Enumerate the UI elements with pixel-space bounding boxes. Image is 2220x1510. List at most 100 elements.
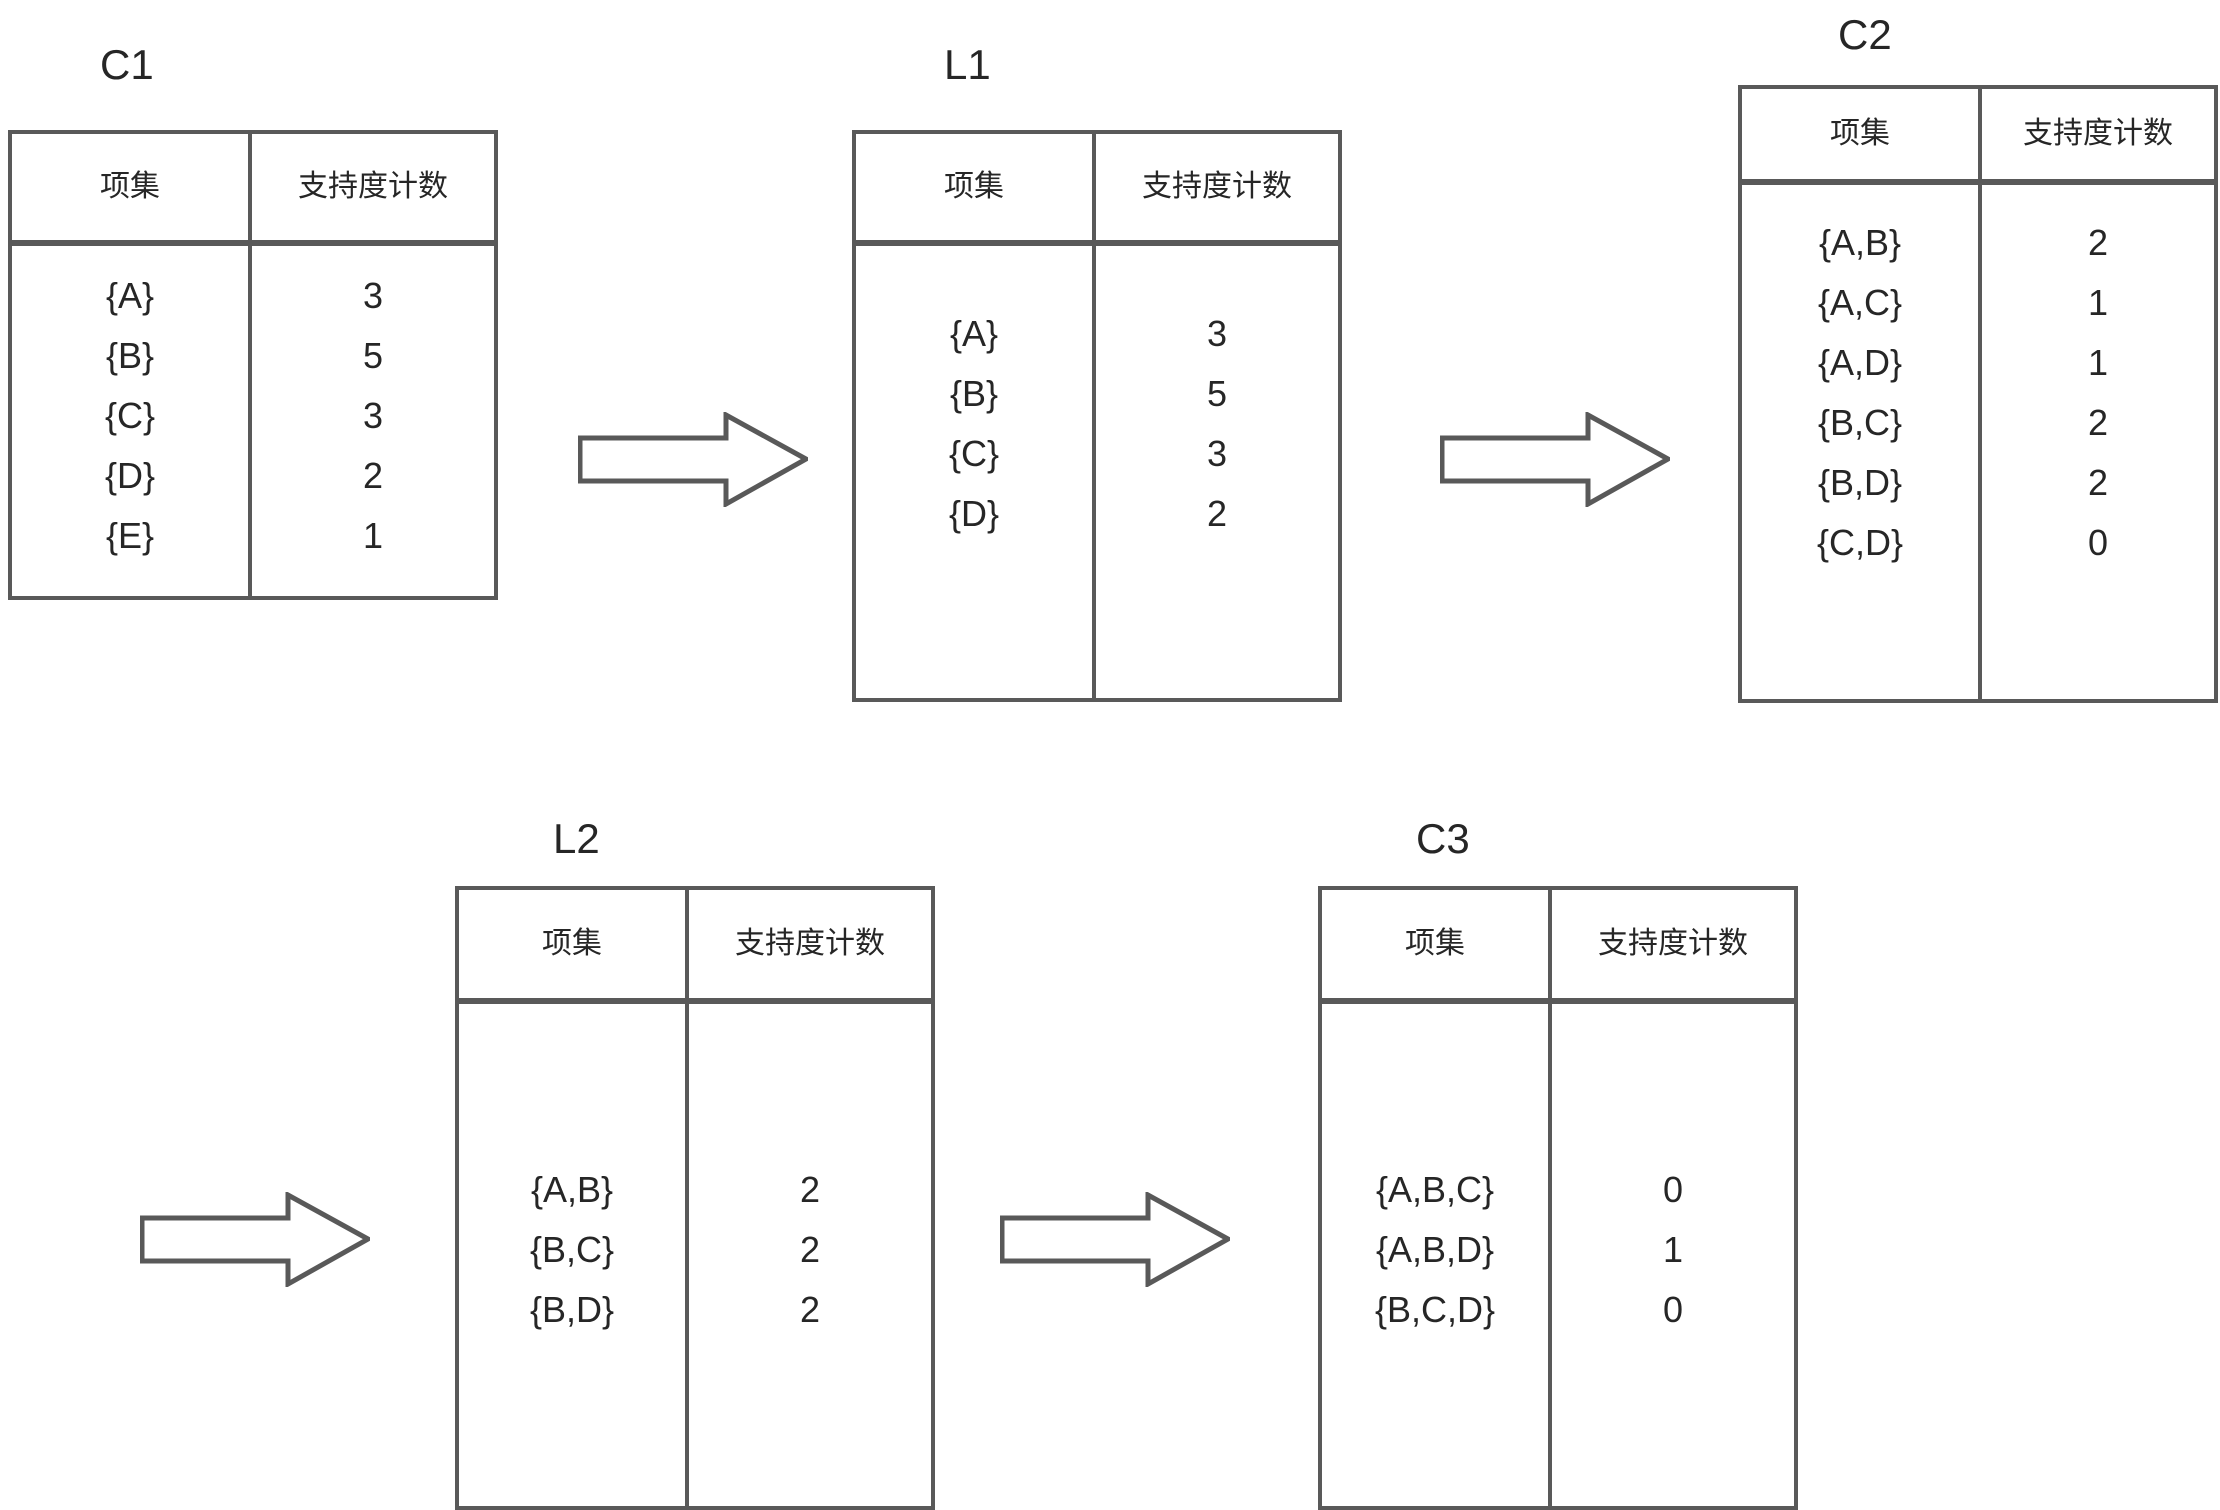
table-row: {C} — [104, 395, 156, 436]
table-c2-header-itemset-cell: 项集 — [1742, 89, 1982, 179]
table-l2-count-column: 2 2 2 — [689, 1004, 931, 1506]
table-row: 0 — [1662, 1289, 1684, 1330]
table-l1-count-column: 3 5 3 2 — [1096, 246, 1338, 698]
table-l2-header-itemset-label: 项集 — [542, 927, 602, 960]
table-l2-header-itemset-cell: 项集 — [459, 890, 689, 998]
table-l2-header-count-cell: 支持度计数 — [689, 890, 931, 998]
table-c2-header-count-label: 支持度计数 — [2023, 117, 2173, 150]
table-c3-header-count-label: 支持度计数 — [1598, 927, 1748, 960]
table-c1-header-count-label: 支持度计数 — [298, 170, 448, 203]
table-c2: 项集 支持度计数 {A,B} {A,C} {A,D} {B,C} {B,D} {… — [1738, 85, 2218, 703]
table-c1-header-count-cell: 支持度计数 — [252, 134, 494, 240]
table-row: 2 — [799, 1289, 821, 1330]
table-row: {C} — [948, 433, 1000, 474]
table-l2: 项集 支持度计数 {A,B} {B,C} {B,D} 2 2 2 — [455, 886, 935, 1510]
table-row: {A,B,C} — [1375, 1169, 1495, 1210]
table-c3-count-column: 0 1 0 — [1552, 1004, 1794, 1506]
table-c1-header-row: 项集 支持度计数 — [12, 134, 494, 246]
table-row: {B} — [949, 373, 999, 414]
table-row: 2 — [799, 1169, 821, 1210]
table-row: {A,D} — [1817, 342, 1903, 383]
table-l1: 项集 支持度计数 {A} {B} {C} {D} 3 5 3 2 — [852, 130, 1342, 702]
table-c3-body: {A,B,C} {A,B,D} {B,C,D} 0 1 0 — [1322, 1004, 1794, 1506]
table-label-c3: C3 — [1416, 815, 1470, 862]
table-row: {A} — [105, 275, 155, 316]
table-row: {A,B} — [1818, 222, 1902, 263]
table-row: {B,D} — [529, 1289, 615, 1330]
table-c2-itemset-column: {A,B} {A,C} {A,D} {B,C} {B,D} {C,D} — [1742, 185, 1982, 699]
table-row: 5 — [362, 335, 384, 376]
arrow-right-icon — [1000, 1192, 1230, 1287]
table-row: 1 — [2087, 342, 2109, 383]
table-c3-itemset-column: {A,B,C} {A,B,D} {B,C,D} — [1322, 1004, 1552, 1506]
table-c1-header-itemset-label: 项集 — [100, 170, 160, 203]
table-l1-itemset-column: {A} {B} {C} {D} — [856, 246, 1096, 698]
table-row: {B} — [105, 335, 155, 376]
arrow-right-icon — [1440, 412, 1670, 507]
table-row: 3 — [1206, 433, 1228, 474]
table-l1-header-itemset-label: 项集 — [944, 170, 1004, 203]
table-c2-body: {A,B} {A,C} {A,D} {B,C} {B,D} {C,D} 2 1 … — [1742, 185, 2214, 699]
table-label-c1: C1 — [100, 41, 154, 88]
table-row: 2 — [2087, 222, 2109, 263]
table-block-l2: L2 项集 支持度计数 {A,B} {B,C} {B,D} 2 2 2 — [455, 815, 935, 1510]
table-row: 2 — [1206, 493, 1228, 534]
table-c2-header-itemset-label: 项集 — [1830, 117, 1890, 150]
table-l1-header-count-label: 支持度计数 — [1142, 170, 1292, 203]
arrow-l2-to-c3 — [1000, 1192, 1230, 1287]
table-row: 1 — [2087, 282, 2109, 323]
table-row: {E} — [105, 515, 155, 556]
table-l2-header-count-label: 支持度计数 — [735, 927, 885, 960]
table-row: 5 — [1206, 373, 1228, 414]
table-row: 3 — [362, 275, 384, 316]
arrow-l1-to-c2 — [1440, 412, 1670, 507]
table-row: {D} — [104, 455, 156, 496]
table-label-l2: L2 — [553, 815, 600, 862]
table-c3-header-row: 项集 支持度计数 — [1322, 890, 1794, 1004]
table-block-c1: C1 项集 支持度计数 {A} {B} {C} {D} {E} 3 5 3 2 — [8, 40, 498, 600]
table-c3: 项集 支持度计数 {A,B,C} {A,B,D} {B,C,D} 0 1 0 — [1318, 886, 1798, 1510]
table-c1-header-itemset-cell: 项集 — [12, 134, 252, 240]
table-l1-header-itemset-cell: 项集 — [856, 134, 1096, 240]
table-label-l1: L1 — [944, 41, 991, 88]
table-l2-header-row: 项集 支持度计数 — [459, 890, 931, 1004]
table-row: {B,C} — [1817, 402, 1903, 443]
table-c2-header-count-cell: 支持度计数 — [1982, 89, 2214, 179]
table-c2-header-row: 项集 支持度计数 — [1742, 89, 2214, 185]
table-row: {B,D} — [1817, 462, 1903, 503]
table-row: 3 — [362, 395, 384, 436]
table-row: {B,C} — [529, 1229, 615, 1270]
table-l1-body: {A} {B} {C} {D} 3 5 3 2 — [856, 246, 1338, 698]
table-c3-header-itemset-cell: 项集 — [1322, 890, 1552, 998]
table-block-c2: C2 项集 支持度计数 {A,B} {A,C} {A,D} {B,C} {B,D… — [1738, 10, 2218, 703]
table-row: {A,C} — [1817, 282, 1903, 323]
table-row: {A} — [949, 313, 999, 354]
table-c1-count-column: 3 5 3 2 1 — [252, 246, 494, 596]
arrow-c2-to-l2 — [140, 1192, 370, 1287]
table-l1-header-row: 项集 支持度计数 — [856, 134, 1338, 246]
table-row: 2 — [799, 1229, 821, 1270]
table-row: 2 — [2087, 462, 2109, 503]
table-row: 0 — [2087, 522, 2109, 563]
arrow-right-icon — [140, 1192, 370, 1287]
table-l2-body: {A,B} {B,C} {B,D} 2 2 2 — [459, 1004, 931, 1506]
table-row: 0 — [1662, 1169, 1684, 1210]
table-c2-count-column: 2 1 1 2 2 0 — [1982, 185, 2214, 699]
table-c1-body: {A} {B} {C} {D} {E} 3 5 3 2 1 — [12, 246, 494, 596]
table-row: 1 — [1662, 1229, 1684, 1270]
table-c3-header-count-cell: 支持度计数 — [1552, 890, 1794, 998]
table-l1-header-count-cell: 支持度计数 — [1096, 134, 1338, 240]
table-row: 1 — [362, 515, 384, 556]
table-row: {C,D} — [1816, 522, 1904, 563]
table-c3-header-itemset-label: 项集 — [1405, 927, 1465, 960]
table-row: 2 — [2087, 402, 2109, 443]
table-row: {B,C,D} — [1374, 1289, 1496, 1330]
table-row: {D} — [948, 493, 1000, 534]
table-c1: 项集 支持度计数 {A} {B} {C} {D} {E} 3 5 3 2 1 — [8, 130, 498, 600]
table-block-l1: L1 项集 支持度计数 {A} {B} {C} {D} 3 5 3 2 — [852, 40, 1342, 702]
table-l2-itemset-column: {A,B} {B,C} {B,D} — [459, 1004, 689, 1506]
table-row: {A,B} — [530, 1169, 614, 1210]
table-row: 2 — [362, 455, 384, 496]
table-c1-itemset-column: {A} {B} {C} {D} {E} — [12, 246, 252, 596]
table-row: 3 — [1206, 313, 1228, 354]
